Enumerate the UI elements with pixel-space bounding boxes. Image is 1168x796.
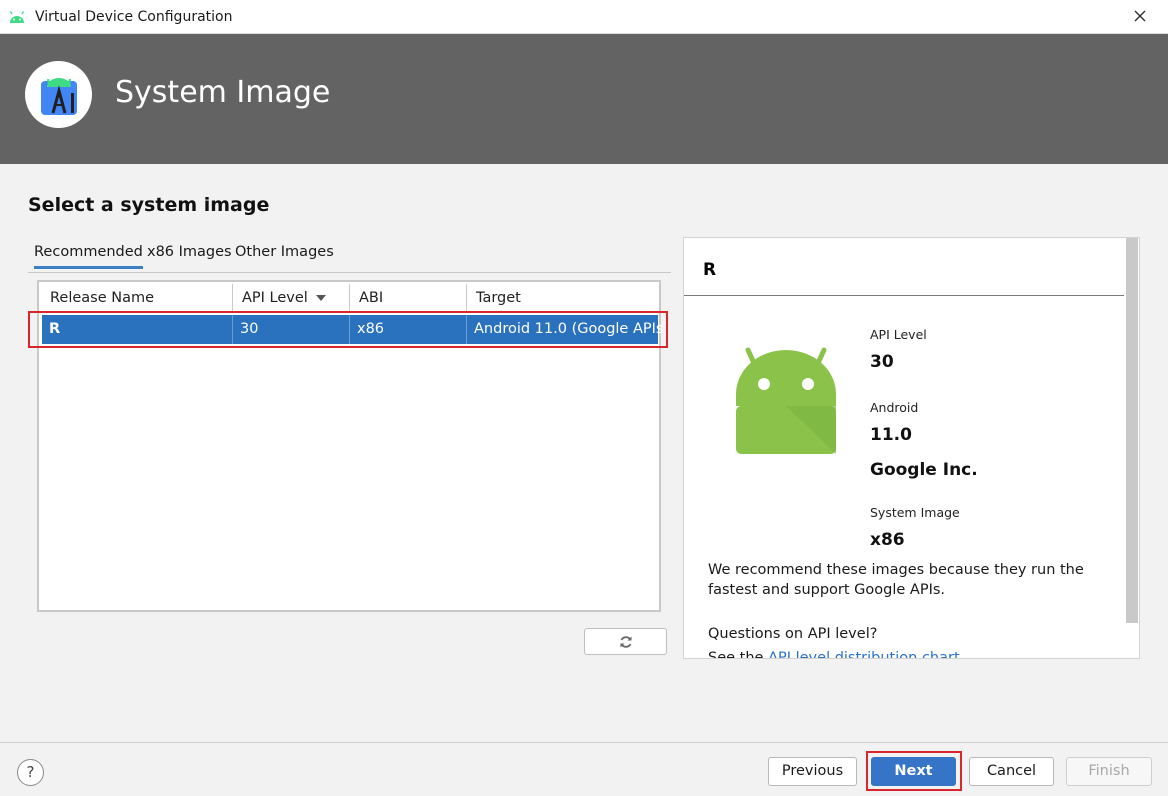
next-button[interactable]: Next bbox=[871, 757, 956, 786]
api-level-chart-link[interactable]: API level distribution chart bbox=[768, 650, 960, 658]
cell-api-level: 30 bbox=[233, 315, 350, 344]
api-level-label: API Level bbox=[870, 327, 927, 342]
column-header-target[interactable]: Target bbox=[467, 284, 659, 313]
page-title: System Image bbox=[115, 75, 331, 110]
refresh-button[interactable] bbox=[584, 628, 667, 655]
api-level-question: Questions on API level? bbox=[708, 626, 878, 642]
title-bar: Virtual Device Configuration bbox=[0, 0, 1168, 34]
tab-bar: Recommended x86 Images Other Images bbox=[28, 240, 671, 273]
tab-recommended[interactable]: Recommended bbox=[34, 244, 143, 269]
refresh-icon bbox=[620, 636, 632, 648]
table-header: Release Name API Level ABI Target bbox=[41, 284, 659, 313]
system-image-table: Release Name API Level ABI Target R 30 x… bbox=[37, 280, 670, 612]
system-image-value: x86 bbox=[870, 530, 905, 550]
recommendation-text: We recommend these images because they r… bbox=[708, 562, 1084, 598]
system-image-label: System Image bbox=[870, 505, 960, 520]
section-title: Select a system image bbox=[28, 194, 270, 216]
column-header-abi[interactable]: ABI bbox=[350, 284, 467, 313]
cell-target: Android 11.0 (Google APIs) bbox=[474, 321, 670, 337]
sort-descending-icon bbox=[315, 295, 326, 301]
android-robot-icon bbox=[736, 347, 836, 454]
detail-panel: R API Level 30 Android 11.0 Google Inc. … bbox=[683, 237, 1140, 659]
column-header-release-name[interactable]: Release Name bbox=[41, 284, 233, 313]
help-button[interactable]: ? bbox=[17, 759, 44, 786]
table-row[interactable]: R 30 x86 Android 11.0 (Google APIs) bbox=[42, 315, 670, 344]
column-header-api-level[interactable]: API Level bbox=[233, 284, 350, 313]
finish-button: Finish bbox=[1066, 757, 1152, 786]
column-header-label: Target bbox=[476, 290, 521, 306]
tab-other-images[interactable]: Other Images bbox=[235, 244, 334, 260]
cell-abi: x86 bbox=[350, 315, 467, 344]
column-header-label: API Level bbox=[242, 290, 308, 306]
vendor-name: Google Inc. bbox=[870, 460, 978, 480]
cancel-button[interactable]: Cancel bbox=[969, 757, 1054, 786]
footer-bar: ? Previous Next Cancel Finish bbox=[0, 742, 1168, 796]
window-title: Virtual Device Configuration bbox=[35, 9, 233, 25]
column-header-label: ABI bbox=[359, 290, 384, 306]
close-icon[interactable] bbox=[1132, 8, 1148, 24]
detail-scrollbar[interactable] bbox=[1126, 238, 1138, 623]
previous-button[interactable]: Previous bbox=[768, 757, 857, 786]
detail-divider bbox=[684, 295, 1124, 296]
cell-release-name: R bbox=[42, 315, 233, 344]
android-studio-logo bbox=[25, 61, 92, 128]
detail-title: R bbox=[703, 260, 717, 280]
see-prefix: See the bbox=[708, 650, 769, 659]
header-banner: System Image bbox=[0, 34, 1168, 164]
android-label: Android bbox=[870, 400, 919, 415]
android-version: 11.0 bbox=[870, 425, 912, 445]
column-header-label: Release Name bbox=[50, 290, 155, 306]
tab-x86-images[interactable]: x86 Images bbox=[147, 244, 232, 260]
api-level-see-text: See the API level distribution chart bbox=[708, 650, 960, 659]
android-icon bbox=[9, 11, 25, 23]
api-level-value: 30 bbox=[870, 352, 894, 372]
